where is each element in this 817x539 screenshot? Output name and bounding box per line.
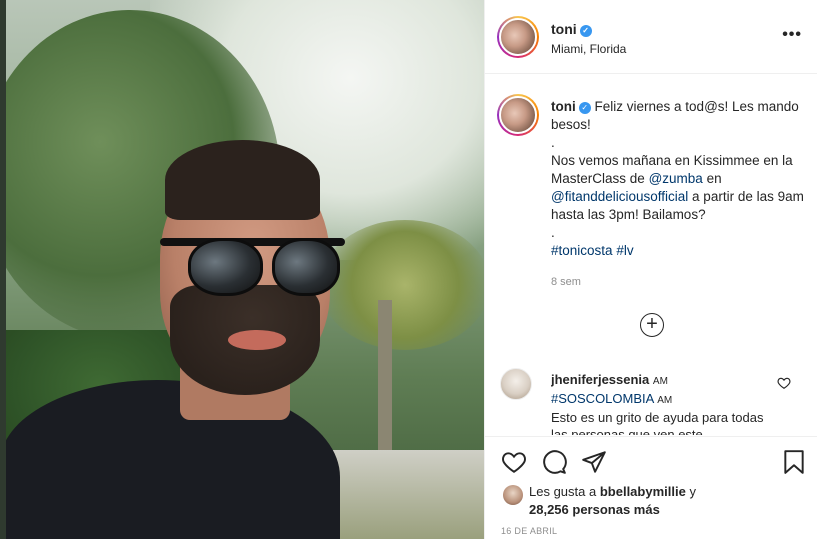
mention-link[interactable]: @zumba — [649, 171, 703, 186]
verified-icon: ✓ — [579, 25, 592, 37]
photo-hair — [165, 140, 320, 220]
more-icon[interactable]: ••• — [782, 26, 802, 44]
liker-avatar[interactable] — [503, 485, 523, 505]
caption-dot: . — [551, 225, 555, 240]
commenter-avatar[interactable] — [500, 368, 532, 400]
liker-username[interactable]: bbellabymillie — [600, 484, 686, 499]
caption-username[interactable]: toni — [551, 99, 576, 114]
comment-item: jheniferjessenia AM #SOSCOLOMBIA AM Esto… — [551, 371, 771, 435]
photo-lens-left — [188, 238, 263, 296]
caption-dot: . — [551, 135, 555, 150]
save-icon[interactable] — [781, 449, 807, 475]
comment-like-heart-icon[interactable] — [777, 376, 791, 390]
comment-time: AM — [657, 395, 673, 406]
hashtag-link[interactable]: #lv — [616, 243, 633, 258]
comment-time: AM — [652, 376, 668, 387]
photo-lens-right — [272, 238, 340, 296]
comment-username[interactable]: jheniferjessenia — [551, 372, 649, 387]
mention-link[interactable]: @fitanddeliciousofficial — [551, 189, 688, 204]
hashtag-link[interactable]: #SOSCOLOMBIA — [551, 391, 654, 406]
author-avatar[interactable] — [497, 16, 539, 58]
post-side-panel: toni ✓ Miami, Florida ••• toni ✓ Feliz vie… — [484, 0, 817, 539]
photo-edge — [0, 0, 6, 539]
likes-conj: y — [689, 484, 696, 499]
hashtag-link[interactable]: #tonicosta — [551, 243, 613, 258]
author-username[interactable]: toni — [551, 21, 577, 37]
post-actions-bar: Les gusta a bbellabymillie y 28,256 pers… — [485, 436, 817, 539]
post-location[interactable]: Miami, Florida — [551, 42, 626, 56]
caption-line2-mid: en — [706, 171, 722, 186]
photo-trunk — [378, 300, 392, 460]
likes-count[interactable]: 28,256 personas más — [529, 502, 660, 517]
caption-author-avatar[interactable] — [497, 94, 539, 136]
share-icon[interactable] — [581, 449, 607, 475]
likes-summary: Les gusta a bbellabymillie y 28,256 pers… — [529, 483, 799, 519]
post-date[interactable]: 16 DE ABRIL — [501, 526, 557, 536]
likes-prefix: Les gusta a — [529, 484, 597, 499]
verified-icon: ✓ — [578, 102, 591, 114]
post-photo[interactable] — [0, 0, 484, 539]
add-circle-icon[interactable]: + — [640, 313, 664, 337]
caption-timestamp[interactable]: 8 sem — [551, 276, 581, 288]
author-name-row: toni ✓ — [551, 21, 592, 37]
post-caption: toni ✓ Feliz viernes a tod@s! Les mando b… — [551, 98, 809, 260]
post-header: toni ✓ Miami, Florida ••• — [485, 0, 817, 74]
heart-icon[interactable] — [501, 449, 527, 475]
comment-icon[interactable] — [541, 449, 567, 475]
comment-text: Esto es un grito de ayuda para todas las… — [551, 410, 764, 435]
photo-lips — [228, 330, 286, 350]
